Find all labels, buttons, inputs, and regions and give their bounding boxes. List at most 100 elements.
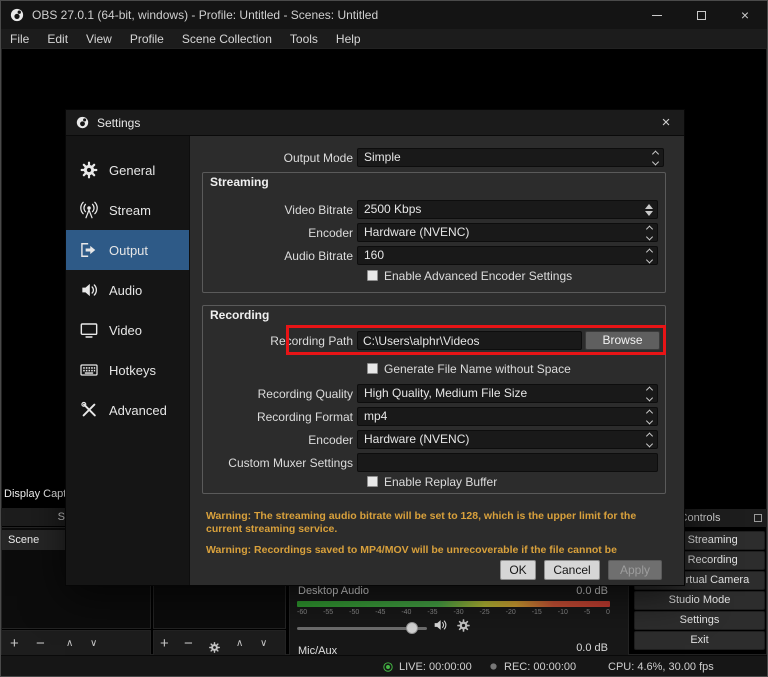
studio-mode-button[interactable]: Studio Mode [634, 591, 765, 610]
recording-format-value: mp4 [364, 409, 387, 423]
output-mode-label: Output Mode [76, 149, 353, 168]
move-source-down-button[interactable]: ∨ [260, 631, 267, 656]
output-mode-value: Simple [364, 150, 401, 164]
rec-timer: REC: 00:00:00 [504, 661, 576, 673]
volume-slider-handle[interactable] [406, 622, 418, 634]
settings-dialog-titlebar: Settings [66, 110, 684, 136]
recording-quality-label: Recording Quality [76, 385, 353, 404]
video-bitrate-spinner[interactable]: 2500 Kbps [357, 200, 658, 219]
stream-encoder-select[interactable]: Hardware (NVENC) [357, 223, 658, 242]
menu-edit[interactable]: Edit [38, 32, 77, 46]
advanced-encoder-checkbox[interactable] [367, 270, 378, 281]
move-source-up-button[interactable]: ∧ [236, 631, 243, 656]
settings-dialog-title: Settings [97, 116, 140, 130]
chevron-updown-icon [647, 249, 652, 262]
settings-button[interactable]: Settings [634, 611, 765, 630]
source-properties-gear-icon[interactable] [208, 637, 221, 651]
remove-scene-button[interactable]: − [36, 631, 45, 656]
live-icon [382, 661, 394, 673]
audio-bitrate-value: 160 [364, 248, 384, 262]
recording-format-select[interactable]: mp4 [357, 407, 658, 426]
sources-toolbar: + − ∧ ∨ [153, 630, 286, 657]
menu-file[interactable]: File [1, 32, 38, 46]
replay-buffer-checkbox-label: Enable Replay Buffer [384, 475, 497, 489]
add-scene-button[interactable]: + [10, 631, 19, 656]
recording-encoder-label: Encoder [76, 431, 353, 450]
maximize-icon [697, 11, 706, 20]
menu-help[interactable]: Help [327, 32, 370, 46]
chevron-updown-icon [647, 226, 652, 239]
recording-quality-select[interactable]: High Quality, Medium File Size [357, 384, 658, 403]
move-scene-down-button[interactable]: ∨ [90, 631, 97, 656]
menubar: File Edit View Profile Scene Collection … [1, 29, 767, 48]
cancel-button[interactable]: Cancel [544, 560, 600, 580]
window-title: OBS 27.0.1 (64-bit, windows) - Profile: … [32, 8, 378, 22]
maximize-button[interactable] [679, 1, 723, 29]
spinner-arrows-icon[interactable] [645, 204, 653, 216]
sidebar-item-label: Audio [109, 283, 142, 298]
warning-mp4: Warning: Recordings saved to MP4/MOV wil… [206, 544, 666, 555]
no-space-checkbox-label: Generate File Name without Space [384, 362, 571, 376]
tick: -45 [375, 609, 385, 616]
desktop-audio-level: 0.0 dB [576, 585, 608, 597]
stream-encoder-value: Hardware (NVENC) [364, 225, 469, 239]
keyboard-icon [79, 360, 99, 380]
chevron-updown-icon [647, 410, 652, 423]
tick: -60 [297, 609, 307, 616]
minimize-icon [652, 15, 662, 16]
audio-bitrate-select[interactable]: 160 [357, 246, 658, 265]
recording-format-label: Recording Format [76, 408, 353, 427]
chevron-updown-icon [647, 433, 652, 446]
meter-scale: -60 -55 -50 -45 -40 -35 -30 -25 -20 -15 … [297, 609, 610, 616]
mic-aux-level: 0.0 dB [576, 642, 608, 654]
stream-encoder-label: Encoder [76, 224, 353, 243]
live-timer: LIVE: 00:00:00 [399, 661, 472, 673]
video-bitrate-value: 2500 Kbps [364, 202, 421, 216]
ok-button[interactable]: OK [500, 560, 536, 580]
advanced-encoder-checkbox-label: Enable Advanced Encoder Settings [384, 269, 572, 283]
desktop-audio-label: Desktop Audio [298, 585, 369, 597]
mixer-gear-icon[interactable] [456, 618, 471, 638]
dock-float-icon[interactable] [754, 514, 762, 522]
menu-view[interactable]: View [77, 32, 121, 46]
minimize-button[interactable] [635, 1, 679, 29]
warning-audio-bitrate: Warning: The streaming audio bitrate wil… [206, 510, 658, 536]
menu-tools[interactable]: Tools [281, 32, 327, 46]
speaker-icon [79, 280, 99, 300]
exit-button[interactable]: Exit [634, 631, 765, 650]
no-space-checkbox[interactable] [367, 363, 378, 374]
cpu-text: CPU: 4.6%, 30.00 fps [608, 661, 714, 673]
rec-status: REC: 00:00:00 [488, 656, 576, 677]
sidebar-item-hotkeys[interactable]: Hotkeys [66, 350, 189, 390]
menu-scene-collection[interactable]: Scene Collection [173, 32, 281, 46]
add-source-button[interactable]: + [160, 631, 169, 656]
chevron-updown-icon [653, 151, 658, 164]
menu-profile[interactable]: Profile [121, 32, 173, 46]
recording-path-input[interactable] [357, 331, 582, 350]
remove-source-button[interactable]: − [184, 631, 193, 656]
custom-muxer-input[interactable] [357, 453, 658, 472]
speaker-icon[interactable] [432, 617, 448, 638]
custom-muxer-label: Custom Muxer Settings [76, 454, 353, 473]
desktop-audio-meter [297, 601, 610, 607]
streaming-group-title: Streaming [210, 175, 269, 189]
close-button[interactable]: × [723, 1, 767, 29]
tick: -10 [558, 609, 568, 616]
cpu-status: CPU: 4.6%, 30.00 fps [608, 656, 714, 677]
tick: -30 [453, 609, 463, 616]
replay-buffer-checkbox[interactable] [367, 476, 378, 487]
warning-mp4-clip: Warning: Recordings saved to MP4/MOV wil… [206, 544, 666, 555]
live-status: LIVE: 00:00:00 [382, 656, 472, 677]
tick: -40 [401, 609, 411, 616]
settings-close-button[interactable]: × [656, 113, 676, 133]
tick: -20 [506, 609, 516, 616]
output-mode-select[interactable]: Simple [357, 148, 664, 167]
obs-logo-icon [10, 8, 24, 22]
tick: -50 [349, 609, 359, 616]
move-scene-up-button[interactable]: ∧ [66, 631, 73, 656]
sidebar-item-audio[interactable]: Audio [66, 270, 189, 310]
browse-button[interactable]: Browse [585, 331, 660, 350]
apply-button[interactable]: Apply [608, 560, 662, 580]
tick: -15 [532, 609, 542, 616]
recording-encoder-select[interactable]: Hardware (NVENC) [357, 430, 658, 449]
